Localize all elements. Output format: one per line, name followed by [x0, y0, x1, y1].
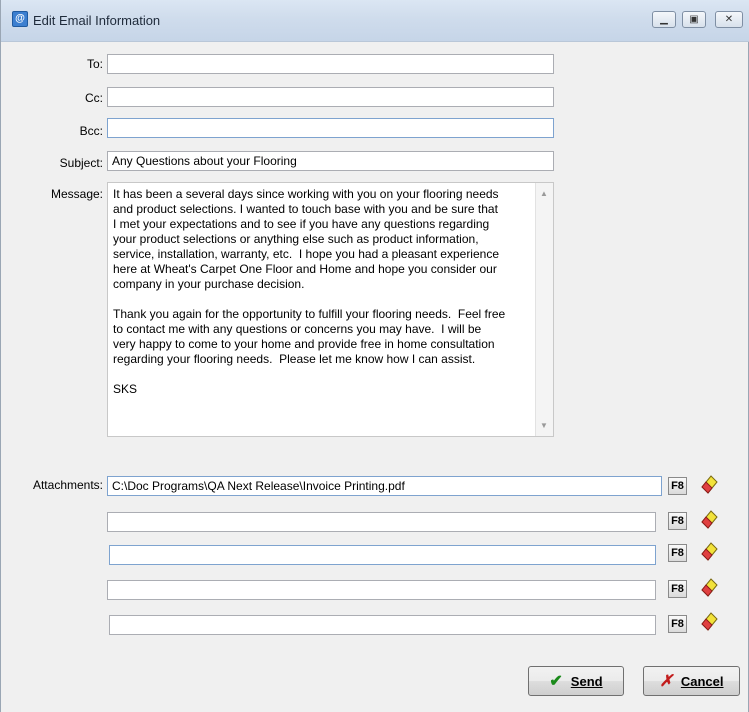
cancel-button-label: Cancel: [680, 673, 724, 689]
attachment-field-5[interactable]: [109, 615, 656, 635]
f8-browse-button-2[interactable]: F8: [668, 512, 687, 530]
eraser-icon[interactable]: [698, 473, 720, 495]
to-field[interactable]: [107, 54, 554, 74]
checkmark-icon: ✔: [549, 673, 563, 690]
message-text: It has been a several days since working…: [113, 187, 506, 396]
edit-email-window: @ Edit Email Information ▁ ▣ ✕ To: Cc: B…: [0, 0, 749, 712]
x-icon: ✗: [659, 673, 673, 690]
f8-browse-button-4[interactable]: F8: [668, 580, 687, 598]
eraser-icon[interactable]: [698, 610, 720, 632]
to-label: To:: [86, 57, 103, 71]
f8-browse-button-5[interactable]: F8: [668, 615, 687, 633]
f8-browse-button-1[interactable]: F8: [668, 477, 687, 495]
bcc-label: Bcc:: [79, 124, 103, 138]
eraser-icon[interactable]: [698, 508, 720, 530]
title-bar: @ Edit Email Information ▁ ▣ ✕: [1, 0, 749, 42]
scroll-down-icon[interactable]: ▼: [539, 421, 549, 430]
minimize-button[interactable]: ▁: [652, 11, 676, 28]
cc-label: Cc:: [85, 91, 103, 105]
bcc-field[interactable]: [107, 118, 554, 138]
attachments-label: Attachments:: [32, 478, 103, 492]
eraser-icon[interactable]: [698, 576, 720, 598]
scroll-up-icon[interactable]: ▲: [539, 189, 549, 198]
close-button[interactable]: ✕: [715, 11, 743, 28]
send-button[interactable]: ✔ Send: [528, 666, 624, 696]
cancel-button[interactable]: ✗ Cancel: [643, 666, 740, 696]
eraser-icon[interactable]: [698, 540, 720, 562]
f8-browse-button-3[interactable]: F8: [668, 544, 687, 562]
restore-button[interactable]: ▣: [682, 11, 706, 28]
message-textarea[interactable]: It has been a several days since working…: [107, 182, 554, 437]
window-title: Edit Email Information: [33, 13, 161, 28]
attachment-field-3[interactable]: [109, 545, 656, 565]
subject-label: Subject:: [59, 156, 103, 170]
message-scrollbar[interactable]: ▲ ▼: [535, 183, 553, 436]
subject-field[interactable]: Any Questions about your Flooring: [107, 151, 554, 171]
email-icon: @: [12, 11, 28, 27]
message-label: Message:: [50, 187, 103, 201]
attachment-field-4[interactable]: [107, 580, 656, 600]
attachment-field-1[interactable]: C:\Doc Programs\QA Next Release\Invoice …: [107, 476, 662, 496]
attachment-field-2[interactable]: [107, 512, 656, 532]
send-button-label: Send: [570, 673, 603, 689]
cc-field[interactable]: [107, 87, 554, 107]
